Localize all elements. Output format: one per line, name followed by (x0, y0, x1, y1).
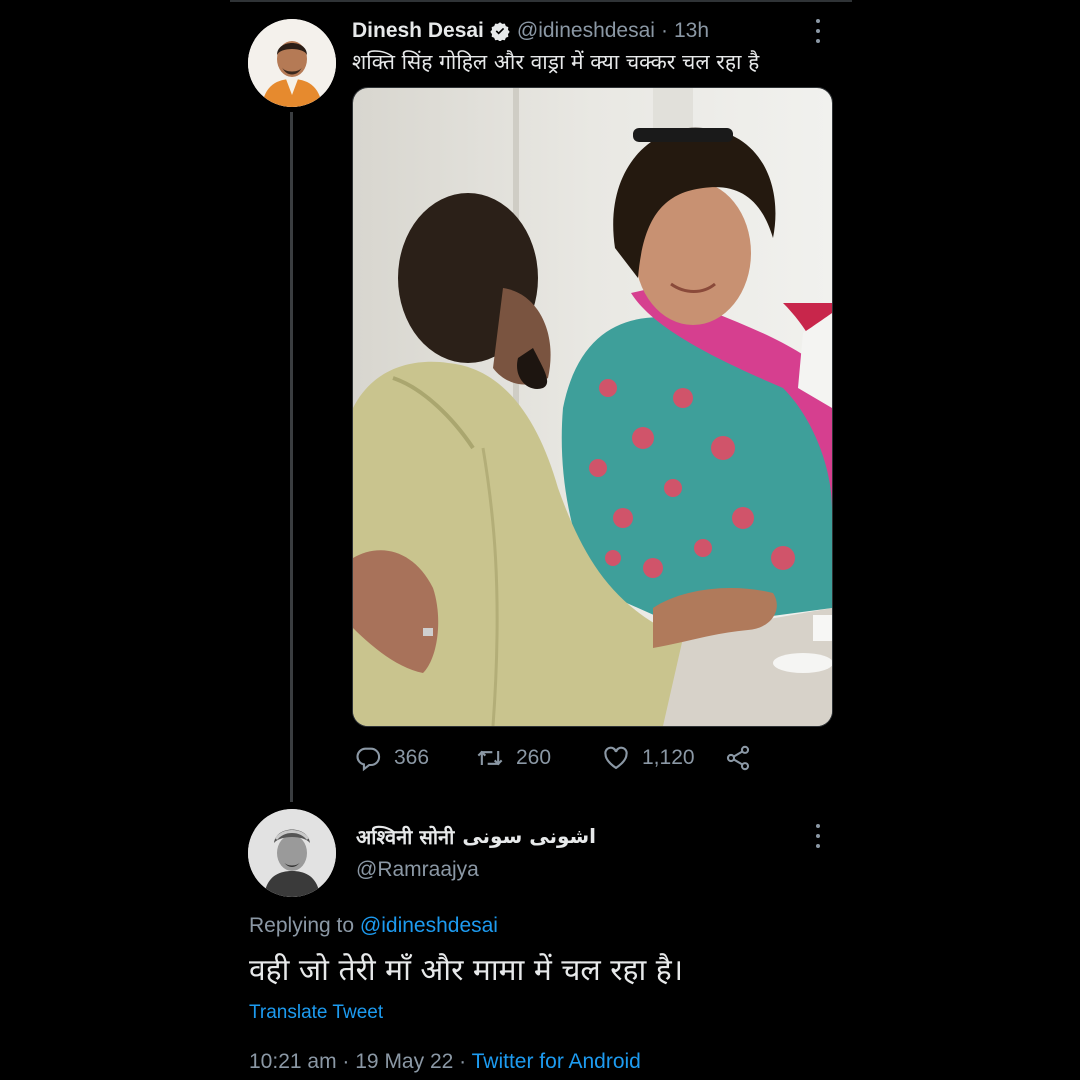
author-avatar[interactable] (248, 19, 336, 107)
reply-count: 366 (394, 746, 430, 769)
reply-icon (356, 747, 381, 772)
meta-separator-1: · (342, 1050, 350, 1073)
meta-separator-2: · (459, 1050, 467, 1073)
thread-connector-line (290, 112, 293, 802)
like-action[interactable]: 1,120 (602, 740, 695, 776)
reply-text: वही जो तेरी माँ और मामा में चल रहा है। (249, 953, 684, 988)
tweet-source-link[interactable]: Twitter for Android (472, 1050, 641, 1073)
separator-dot: · (660, 19, 668, 42)
tweet-action-bar: 366 260 1,120 (352, 740, 832, 776)
reply-author-display-name[interactable]: अश्विनी सोनी (356, 823, 454, 850)
author-display-name[interactable]: Dinesh Desai (352, 19, 484, 43)
replying-to-handle-link[interactable]: @idineshdesai (360, 914, 498, 937)
more-options-icon[interactable] (814, 19, 822, 43)
tweet-photo[interactable] (352, 87, 833, 727)
like-count: 1,120 (642, 746, 695, 769)
share-icon (726, 745, 750, 771)
heart-icon (604, 746, 628, 770)
retweet-action[interactable]: 260 (476, 740, 551, 776)
reply-more-options-icon[interactable] (814, 824, 822, 848)
share-action[interactable] (724, 740, 764, 776)
author-handle[interactable]: @idineshdesai (517, 19, 655, 43)
reply-author-display-name-extra[interactable]: اشونی سونی (462, 824, 596, 848)
tweet-header: Dinesh Desai @idineshdesai · 13h (352, 16, 709, 46)
retweet-count: 260 (516, 746, 552, 769)
tweet-text: शक्ति सिंह गोहिल और वाड्रा में क्या चक्क… (352, 50, 760, 74)
reply-time[interactable]: 10:21 am (249, 1050, 337, 1073)
retweet-icon (477, 750, 503, 766)
tweet-time[interactable]: 13h (674, 19, 709, 43)
translate-tweet-link[interactable]: Translate Tweet (249, 1002, 383, 1024)
replying-to-line: Replying to @idineshdesai (249, 914, 498, 938)
reply-author-avatar[interactable] (248, 809, 336, 897)
verified-badge-icon (490, 22, 510, 41)
reply-action[interactable]: 366 (354, 740, 429, 776)
reply-author-name-row: अश्विनी सोनी اشونی سونی (356, 820, 596, 852)
reply-metadata: 10:21 am · 19 May 22 · Twitter for Andro… (249, 1050, 641, 1074)
reply-date[interactable]: 19 May 22 (355, 1050, 453, 1073)
reply-author-handle[interactable]: @Ramraajya (356, 858, 479, 882)
replying-to-prefix: Replying to (249, 914, 355, 937)
frame-top-divider (230, 0, 852, 2)
